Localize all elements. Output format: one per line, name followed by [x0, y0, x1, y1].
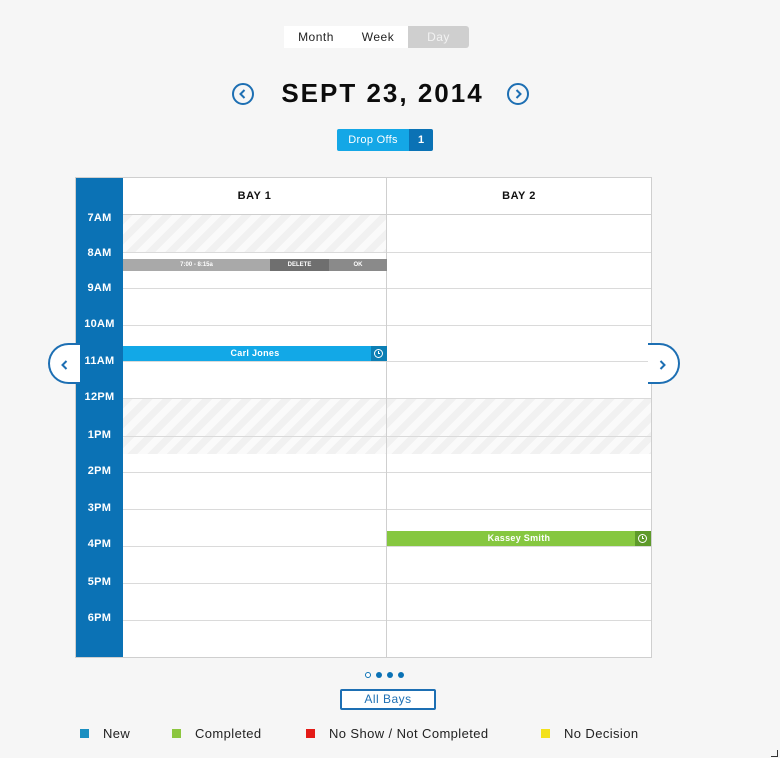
legend-swatch: [80, 729, 89, 738]
prev-day-button[interactable]: [232, 83, 254, 105]
bay-1-header: BAY 1: [123, 178, 386, 215]
legend-label: New: [103, 726, 131, 741]
drop-offs-count-badge: 1: [409, 129, 433, 151]
day-calendar: 7AM 8AM 9AM 10AM 11AM 12PM 1PM 2PM 3PM 4…: [75, 177, 652, 658]
appointment-carl-jones[interactable]: Carl Jones: [123, 346, 387, 361]
status-legend: New Completed No Show / Not Completed No…: [0, 726, 780, 742]
month-tab[interactable]: Month: [284, 26, 348, 48]
view-toggle: Month Week Day: [284, 26, 469, 48]
unavailable-block: [123, 215, 386, 253]
bay-1-column: BAY 1 7:00 - 8:15a DELETE OK Carl Jones: [123, 178, 387, 657]
time-label: 10AM: [84, 318, 115, 330]
all-bays-button[interactable]: All Bays: [340, 689, 436, 710]
chevron-right-icon: [515, 89, 522, 99]
time-column: 7AM 8AM 9AM 10AM 11AM 12PM 1PM 2PM 3PM 4…: [76, 178, 123, 657]
prev-bays-button[interactable]: [48, 343, 80, 384]
unavailable-block: [387, 399, 651, 454]
ok-button[interactable]: OK: [329, 259, 387, 271]
page-dot[interactable]: [398, 672, 404, 678]
chevron-left-icon: [239, 89, 246, 99]
time-label: 11AM: [84, 355, 115, 367]
unavailable-block: [123, 399, 386, 454]
drop-offs-button[interactable]: Drop Offs 1: [337, 129, 433, 151]
chevron-left-icon: [61, 360, 68, 370]
legend-label: No Show / Not Completed: [329, 726, 489, 741]
time-label: 12PM: [84, 391, 115, 403]
time-label: 7AM: [87, 212, 112, 224]
time-label: 1PM: [87, 429, 112, 441]
time-label: 3PM: [87, 502, 112, 514]
legend-swatch: [306, 729, 315, 738]
time-label: 6PM: [87, 612, 112, 624]
time-label: 4PM: [87, 538, 112, 550]
legend-label: Completed: [195, 726, 262, 741]
resize-handle[interactable]: [771, 750, 778, 757]
page-indicator: [365, 672, 404, 678]
chevron-right-icon: [659, 360, 666, 370]
page-title: SEPT 23, 2014: [281, 78, 484, 108]
clock-icon[interactable]: [371, 346, 387, 361]
page-dot[interactable]: [387, 672, 393, 678]
appointment-name: Carl Jones: [230, 348, 280, 358]
clock-icon[interactable]: [635, 531, 651, 546]
legend-label: No Decision: [564, 726, 639, 741]
week-tab[interactable]: Week: [348, 26, 408, 48]
next-bays-button[interactable]: [648, 343, 680, 384]
delete-button[interactable]: DELETE: [270, 259, 329, 271]
pending-slot-time: 7:00 - 8:15a: [123, 259, 270, 271]
time-label: 8AM: [87, 247, 112, 259]
time-label: 5PM: [87, 576, 112, 588]
time-label: 9AM: [87, 282, 112, 294]
page-dot[interactable]: [365, 672, 371, 678]
next-day-button[interactable]: [507, 83, 529, 105]
legend-swatch: [172, 729, 181, 738]
bay-2-header: BAY 2: [387, 178, 651, 215]
page-dot[interactable]: [376, 672, 382, 678]
day-tab[interactable]: Day: [408, 26, 469, 48]
legend-swatch: [541, 729, 550, 738]
appointment-name: Kassey Smith: [487, 533, 551, 543]
appointment-kassey-smith[interactable]: Kassey Smith: [387, 531, 651, 546]
time-label: 2PM: [87, 465, 112, 477]
drop-offs-label: Drop Offs: [337, 129, 409, 151]
pending-slot: 7:00 - 8:15a DELETE OK: [123, 259, 387, 271]
bay-2-column: BAY 2 Kassey Smith: [387, 178, 651, 657]
